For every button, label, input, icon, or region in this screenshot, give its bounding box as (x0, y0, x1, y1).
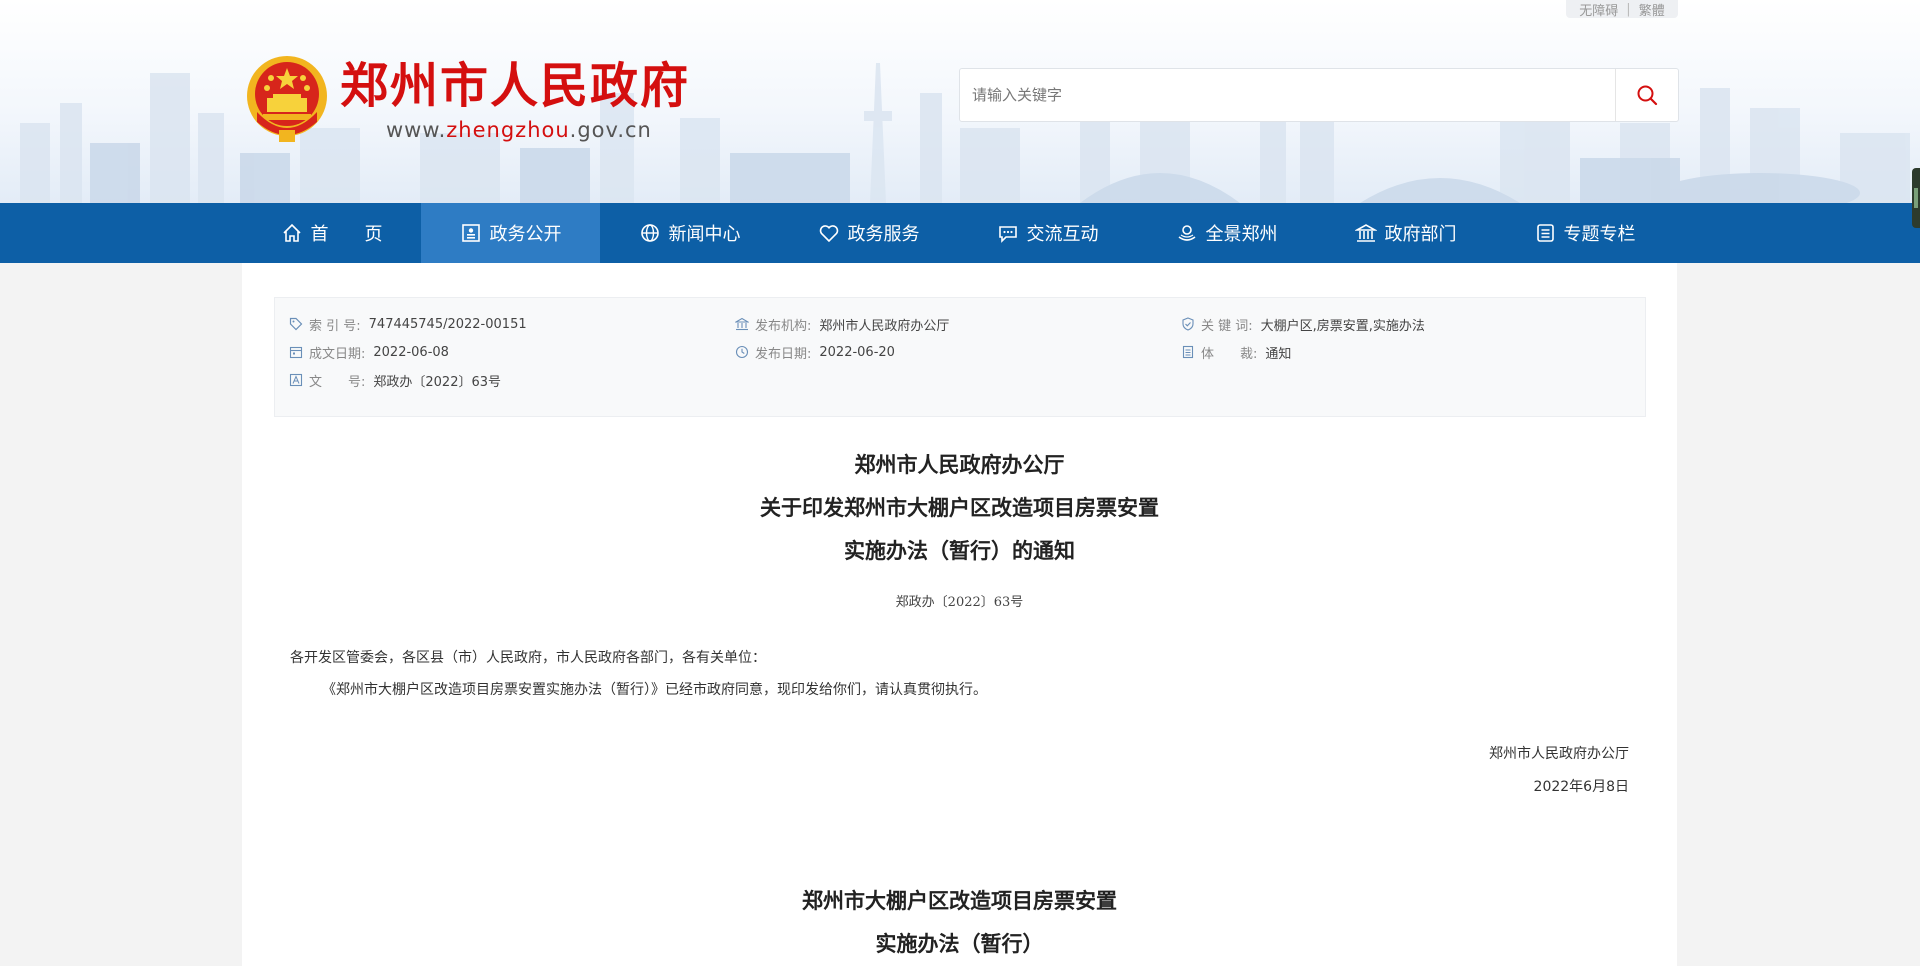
article-title-line-1: 郑州市人民政府办公厅 (854, 452, 1065, 477)
article-paragraph: 《郑州市大棚户区改造项目房票安置实施办法（暂行）》已经市政府同意，现印发给你们，… (322, 682, 987, 698)
national-emblem-icon[interactable] (243, 52, 331, 144)
shield-check-icon (1182, 317, 1194, 331)
article-title-line-2: 关于印发郑州市大棚户区改造项目房票安置 (760, 495, 1159, 520)
search-box (959, 68, 1679, 122)
attachment-title-line-2: 实施办法（暂行） (875, 931, 1044, 956)
nav-government-affairs-label: 政务公开 (489, 224, 562, 245)
text-icon (289, 373, 303, 387)
search-icon (1637, 85, 1658, 106)
panorama-icon (1178, 225, 1195, 241)
article-date: 2022年6月8日 (1533, 779, 1629, 795)
url-accent: zhengzhou (446, 118, 570, 142)
url-suffix: .gov.cn (569, 118, 652, 142)
meta-genre: 体 裁: 通知 (1181, 342, 1291, 362)
calendar-icon (289, 346, 303, 359)
search-input[interactable] (960, 69, 1634, 121)
site-header: 无障碍 | 繁體 郑州市人民政府 www.zhengzhou.gov.cn (0, 0, 1920, 203)
article-signature: 郑州市人民政府办公厅 (1489, 746, 1629, 762)
nav-panorama-label: 全景郑州 (1205, 224, 1278, 245)
nav-interaction[interactable]: 交流互动 (958, 203, 1137, 263)
home-icon (282, 223, 301, 242)
site-name[interactable]: 郑州市人民政府 (340, 56, 690, 116)
article-title-line-3: 实施办法（暂行）的通知 (844, 538, 1075, 563)
nav-departments-label: 政府部门 (1384, 224, 1457, 245)
document-meta-panel: 索 引 号: 747445745/2022-00151 发布机构: 郑州市人民政… (274, 297, 1646, 417)
heart-icon (819, 225, 838, 243)
meta-publisher: 发布机构: 郑州市人民政府办公厅 (735, 314, 949, 334)
top-links: 无障碍 | 繁體 (1566, 0, 1678, 19)
site-url: www.zhengzhou.gov.cn (386, 118, 652, 142)
globe-icon (640, 224, 659, 242)
nav-news-label: 新闻中心 (668, 224, 741, 245)
search-button[interactable] (1615, 69, 1678, 121)
nav-topics-label: 专题专栏 (1563, 224, 1636, 245)
meta-index-no: 索 引 号: 747445745/2022-00151 (289, 314, 527, 334)
nav-services[interactable]: 政务服务 (779, 203, 958, 263)
meta-keywords: 关 键 词: 大棚户区,房票安置,实施办法 (1181, 314, 1425, 334)
document-icon (461, 224, 480, 242)
side-scroll-handle[interactable] (1912, 168, 1920, 228)
clock-icon (735, 345, 749, 359)
document-number: 郑政办〔2022〕63号 (895, 595, 1024, 610)
link-separator: | (1626, 1, 1631, 17)
nav-home-label: 首 页 (310, 224, 383, 245)
nav-topics[interactable]: 专题专栏 (1495, 203, 1674, 263)
nav-home[interactable]: 首 页 (242, 203, 421, 263)
nav-services-label: 政务服务 (847, 224, 920, 245)
attachment-title-line-1: 郑州市大棚户区改造项目房票安置 (802, 888, 1117, 913)
chat-icon (998, 226, 1017, 243)
nav-government-affairs[interactable]: 政务公开 (421, 203, 600, 263)
article-salutation: 各开发区管委会，各区县（市）人民政府，市人民政府各部门，各有关单位： (290, 650, 766, 666)
accessibility-link[interactable]: 无障碍 (1579, 0, 1618, 19)
url-prefix: www. (386, 118, 447, 142)
meta-published: 发布日期: 2022-06-20 (735, 342, 895, 362)
nav-departments[interactable]: 政府部门 (1316, 203, 1495, 263)
building-icon (735, 317, 749, 331)
list-icon (1536, 224, 1554, 242)
meta-created: 成文日期: 2022-06-08 (289, 342, 449, 362)
nav-news[interactable]: 新闻中心 (600, 203, 779, 263)
building-icon (1354, 224, 1377, 242)
nav-panorama[interactable]: 全景郑州 (1137, 203, 1316, 263)
main-nav: 首 页 政务公开 新闻中心 政务服务 交流互动 全景郑州 政府部门 专题专栏 (0, 203, 1920, 263)
meta-doc-no: 文 号: 郑政办〔2022〕63号 (289, 370, 501, 390)
traditional-chinese-link[interactable]: 繁體 (1639, 0, 1665, 19)
nav-interaction-label: 交流互动 (1026, 224, 1099, 245)
file-icon (1182, 345, 1194, 359)
tag-icon (289, 317, 303, 331)
article-container: 索 引 号: 747445745/2022-00151 发布机构: 郑州市人民政… (242, 263, 1677, 966)
